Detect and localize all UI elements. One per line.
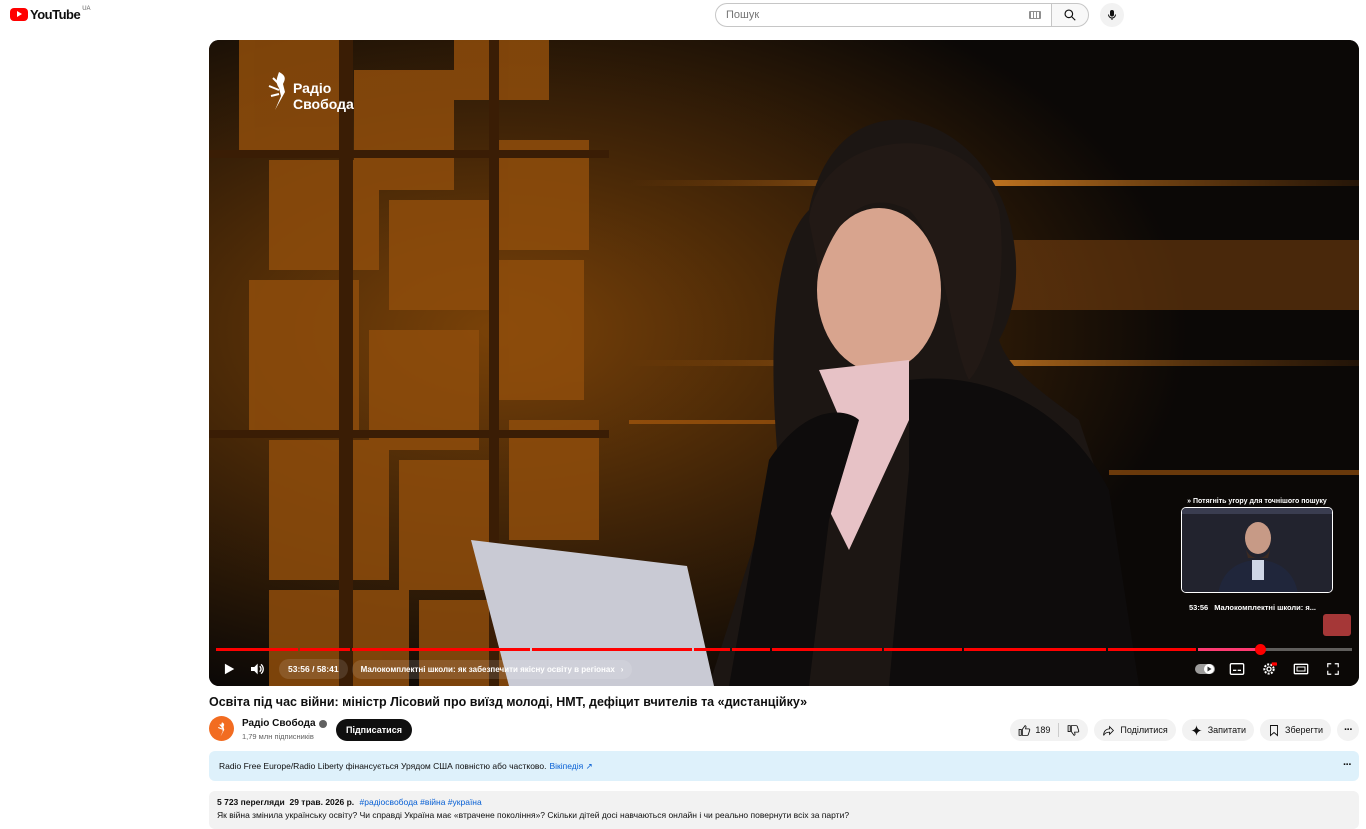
- microphone-icon: [1108, 10, 1116, 20]
- like-dislike-group: 189: [1010, 719, 1089, 741]
- subscriber-count: 1,79 млн підписників: [242, 732, 314, 741]
- player-right-controls: [1191, 654, 1347, 684]
- chapter-segment: [884, 648, 962, 651]
- time-display: 53:56 / 58:41: [279, 659, 348, 679]
- logo-text: YouTube: [30, 7, 81, 22]
- channel-avatar[interactable]: [209, 716, 234, 741]
- seek-preview: » Потягніть угору для точнішого пошуку 5…: [1181, 498, 1333, 612]
- save-button[interactable]: Зберегти: [1260, 719, 1331, 741]
- hashtags[interactable]: #радіосвобода #війна #україна: [360, 797, 482, 807]
- channel-badge: [1323, 614, 1351, 636]
- subtitles-icon: [1229, 663, 1245, 675]
- radio-svoboda-logo-icon: [268, 72, 285, 110]
- autoplay-toggle[interactable]: [1191, 655, 1219, 683]
- fullscreen-button[interactable]: [1319, 655, 1347, 683]
- channel-watermark: Радіо Свобода: [267, 66, 354, 114]
- chapter-segment: [964, 648, 1106, 651]
- chapter-segment: [300, 648, 350, 651]
- upload-date: 29 трав. 2026 р.: [289, 797, 355, 807]
- share-icon: [1103, 725, 1115, 736]
- search-icon: [1064, 9, 1076, 21]
- youtube-play-icon: [10, 8, 28, 21]
- theater-icon: [1293, 663, 1309, 675]
- watermark-line-2: Свобода: [293, 96, 354, 112]
- ask-button[interactable]: Запитати: [1181, 719, 1255, 741]
- unplayed-segment: [1260, 648, 1352, 651]
- progress-bar[interactable]: [216, 644, 1352, 655]
- chapter-segment: [772, 648, 882, 651]
- share-label: Поділитися: [1120, 725, 1168, 735]
- like-count: 189: [1035, 725, 1051, 735]
- keyboard-icon[interactable]: [1029, 11, 1041, 19]
- share-button[interactable]: Поділитися: [1094, 719, 1176, 741]
- channel-name-text: Радіо Свобода: [242, 718, 316, 729]
- preview-title: Малокомплектні школи: я...: [1214, 603, 1317, 612]
- voice-search-button[interactable]: [1100, 3, 1124, 27]
- chapter-segment: [732, 648, 770, 651]
- logo-region: UA: [82, 5, 91, 12]
- search-bar: [715, 3, 1124, 27]
- chevron-right-icon: ›: [620, 664, 624, 674]
- chapter-title: Малокомплектні школи: як забезпечити які…: [360, 664, 615, 674]
- more-horizontal-icon: ···: [1344, 724, 1353, 736]
- player-controls: 53:56 / 58:41 Малокомплектні школи: як з…: [209, 654, 1359, 684]
- chapter-segment: [352, 648, 530, 651]
- wikipedia-link[interactable]: Вікіпедія ↗: [549, 761, 592, 772]
- preview-thumbnail: [1181, 507, 1333, 593]
- description-box[interactable]: 5 723 перегляди 29 трав. 2026 р. #радіос…: [209, 791, 1359, 829]
- sparkle-icon: [1190, 724, 1202, 736]
- like-button[interactable]: 189: [1010, 719, 1058, 741]
- external-link-icon: ↗: [585, 760, 593, 771]
- chapter-segment: [216, 648, 298, 651]
- video-player[interactable]: Радіо Свобода » Потягніть угору для точн…: [209, 40, 1359, 686]
- subscribe-button[interactable]: Підписатися: [336, 719, 412, 741]
- description-meta: 5 723 перегляди 29 трав. 2026 р. #радіос…: [217, 797, 1351, 807]
- description-text: Як війна змінила українську освіту? Чи с…: [217, 810, 850, 820]
- search-box: [715, 3, 1051, 27]
- radio-svoboda-logo-icon: [217, 721, 224, 736]
- thumbs-down-icon: [1068, 724, 1080, 736]
- volume-button[interactable]: [243, 655, 271, 683]
- chapter-segment: [694, 648, 730, 651]
- thumbs-up-icon: [1018, 724, 1031, 736]
- watermark-line-1: Радіо: [293, 80, 332, 96]
- info-more-icon[interactable]: ···: [1343, 759, 1352, 771]
- verified-icon: [318, 719, 327, 728]
- save-label: Зберегти: [1285, 725, 1323, 735]
- gear-icon: [1263, 662, 1277, 675]
- chapter-segment: [1108, 648, 1196, 651]
- play-button[interactable]: [215, 655, 243, 683]
- preview-hint: » Потягніть угору для точнішого пошуку: [1187, 498, 1327, 505]
- channel-name[interactable]: Радіо Свобода: [242, 718, 327, 729]
- search-input[interactable]: [726, 9, 1029, 21]
- play-icon: [224, 663, 235, 675]
- active-chapter-segment: [1198, 648, 1260, 651]
- subtitles-button[interactable]: [1223, 655, 1251, 683]
- settings-button[interactable]: [1255, 655, 1283, 683]
- funding-info-text: Radio Free Europe/Radio Liberty фінансує…: [219, 761, 547, 771]
- bookmark-icon: [1270, 724, 1278, 736]
- preview-caption: 53:56 Малокомплектні школи: я...: [1181, 603, 1333, 612]
- youtube-logo[interactable]: YouTube UA: [10, 5, 91, 22]
- video-actions: 189 Поділитися Запитати Зберегти ···: [1010, 719, 1359, 741]
- search-button[interactable]: [1051, 3, 1089, 27]
- video-title: Освіта під час війни: міністр Лісовий пр…: [209, 695, 808, 709]
- fullscreen-icon: [1327, 663, 1339, 675]
- top-bar: YouTube UA: [0, 0, 1366, 30]
- ask-label: Запитати: [1207, 725, 1247, 735]
- autoplay-toggle-icon: [1195, 664, 1215, 674]
- more-actions-button[interactable]: ···: [1337, 719, 1359, 741]
- dislike-button[interactable]: [1059, 719, 1088, 741]
- funding-info-panel: Radio Free Europe/Radio Liberty фінансує…: [209, 751, 1359, 781]
- view-count: 5 723 перегляди: [217, 797, 285, 807]
- chapter-button[interactable]: Малокомплектні школи: як забезпечити які…: [351, 659, 633, 679]
- theater-mode-button[interactable]: [1287, 655, 1315, 683]
- channel-row: Радіо Свобода 1,79 млн підписників Підпи…: [209, 716, 1359, 744]
- volume-icon: [251, 663, 264, 675]
- chapter-segment: [532, 648, 692, 651]
- preview-time: 53:56: [1189, 603, 1209, 612]
